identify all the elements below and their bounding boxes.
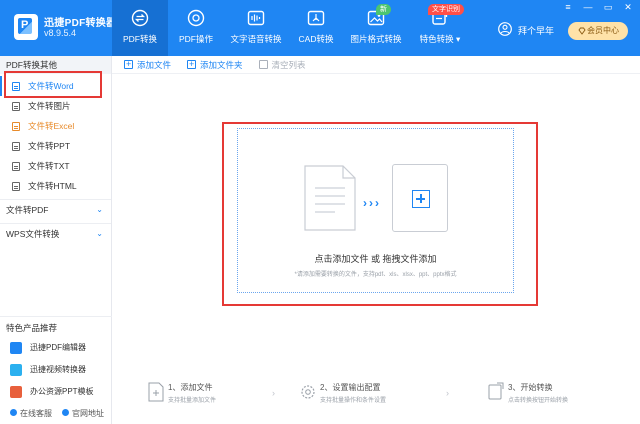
tab-label: 图片格式转换 [350,34,402,44]
ppt-template-icon [10,386,22,398]
add-file-step-icon [148,382,164,402]
step-title: 2、设置输出配置 [320,383,381,392]
sidebar-item-label: 文件转TXT [28,161,70,171]
window-controls: ≡ — ▭ ✕ [562,2,634,13]
vip-label: 会员中心 [587,26,619,35]
sidebar-item-label: 文件转图片 [28,101,71,111]
step-title: 1、添加文件 [168,383,213,392]
sidebar-item-label: 文件转Excel [28,121,75,131]
image-file-icon [12,102,20,111]
sidebar-item-to-html[interactable]: 文件转HTML [0,176,111,196]
user-name[interactable]: 拜个早年 [518,24,554,37]
tab-label: PDF操作 [178,34,213,44]
app-header: P 迅捷PDF转换器 v8.9.5.4 PDF转换 PDF操作 文字语音转换 C… [0,0,640,56]
file-toolbar: 添加文件 添加文件夹 清空列表 [112,56,640,74]
rec-item-label: 迅捷PDF编辑器 [30,343,86,352]
clear-list-label: 清空列表 [271,59,306,70]
online-service-link[interactable]: 在线客服 [10,408,52,419]
tab-label: 文字语音转换 [230,34,282,44]
ocr-badge: 文字识别 [428,4,464,15]
vip-center-button[interactable]: 会员中心 [568,22,628,40]
sidebar-item-to-txt[interactable]: 文件转TXT [0,156,111,176]
sidebar-group-label: WPS文件转换 [6,229,60,239]
pdf-editor-icon [10,342,22,354]
step-title: 3、开始转换 [508,383,553,392]
sidebar-item-to-ppt[interactable]: 文件转PPT [0,136,111,156]
sidebar-item-label: 文件转PPT [28,141,71,151]
sidebar-group-wps[interactable]: WPS文件转换 ⌄ [0,223,111,243]
tab-pdf-convert[interactable]: PDF转换 [112,0,168,56]
rec-item-video-converter[interactable]: 迅捷视频转换器 [6,360,110,380]
recommend-title: 特色产品推荐 [6,323,58,333]
rec-item-label: 迅捷视频转换器 [30,365,86,374]
excel-file-icon [12,122,20,131]
swap-icon [131,9,149,27]
tab-image-convert[interactable]: 图片格式转换 新 [344,0,408,56]
sidebar-item-to-excel[interactable]: 文件转Excel [0,116,111,136]
tab-special-convert[interactable]: 特色转换 ▾ 文字识别 [408,0,472,56]
app-logo-icon: P [14,14,38,40]
sidebar-group-label: 文件转PDF [6,205,49,215]
highlight-box-dropzone [222,122,538,306]
user-avatar-icon[interactable] [498,22,512,36]
add-folder-button[interactable]: 添加文件夹 [187,58,243,71]
sidebar-group-file-to-pdf[interactable]: 文件转PDF ⌄ [0,199,111,219]
rec-item-pdf-editor[interactable]: 迅捷PDF编辑器 [6,338,110,358]
app-version: v8.9.5.4 [44,28,77,38]
minimize-icon[interactable]: — [582,2,594,13]
settings-gear-icon [301,385,315,399]
diamond-icon [578,27,586,35]
sidebar-item-to-image[interactable]: 文件转图片 [0,96,111,116]
divider [0,316,112,317]
txt-file-icon [12,162,20,171]
audio-wave-icon [247,10,265,26]
menu-icon[interactable]: ≡ [562,2,574,13]
add-folder-icon [187,58,197,70]
cad-icon [307,10,325,26]
app-name: 迅捷PDF转换器 [44,18,117,29]
chevron-down-icon: ⌄ [96,205,103,214]
tab-label: CAD转换 [298,34,334,44]
sidebar-item-label: 文件转Word [28,81,74,91]
tab-text-speech[interactable]: 文字语音转换 [224,0,288,56]
step-arrow-icon: › [272,388,275,398]
tab-label: PDF转换 [122,34,157,44]
add-file-icon [124,58,133,70]
trash-icon [258,59,268,69]
video-converter-icon [10,364,22,376]
step-desc: 点击转换按钮开始转换 [508,398,569,404]
add-file-label: 添加文件 [137,59,172,70]
clear-list-button[interactable]: 清空列表 [258,59,306,71]
add-folder-label: 添加文件夹 [200,59,243,70]
restore-icon[interactable]: ▭ [602,2,614,13]
new-badge: 新 [376,4,391,15]
tab-cad-convert[interactable]: CAD转换 [288,0,344,56]
step-desc: 支持批量添加文件 [168,398,217,404]
sidebar-item-to-word[interactable]: 文件转Word [0,76,111,96]
bottom-links: 在线客服 官网地址 [10,408,104,419]
official-site-link[interactable]: 官网地址 [62,408,104,419]
add-file-button[interactable]: 添加文件 [124,58,172,71]
sidebar-group-pdf-to-other[interactable]: PDF转换其他 [0,56,111,74]
step-desc: 支持批量操作和条件设置 [320,398,387,404]
tab-label: 特色转换 ▾ [419,34,461,44]
convert-step-icon [488,382,504,400]
sidebar-item-label: 文件转HTML [28,181,77,191]
ppt-file-icon [12,142,20,151]
active-indicator [0,76,2,96]
html-file-icon [12,182,20,191]
rec-item-label: 办公资源PPT模板 [30,387,94,396]
close-icon[interactable]: ✕ [622,2,634,13]
pdf-tool-icon [187,9,205,27]
tab-pdf-operate[interactable]: PDF操作 [168,0,224,56]
chevron-down-icon: ⌄ [96,229,103,238]
word-file-icon [12,82,20,91]
main-nav: PDF转换 PDF操作 文字语音转换 CAD转换 图片格式转换 新 特色转换 ▾… [112,0,472,56]
step-arrow-icon: › [446,388,449,398]
rec-item-ppt-templates[interactable]: 办公资源PPT模板 [6,382,110,402]
